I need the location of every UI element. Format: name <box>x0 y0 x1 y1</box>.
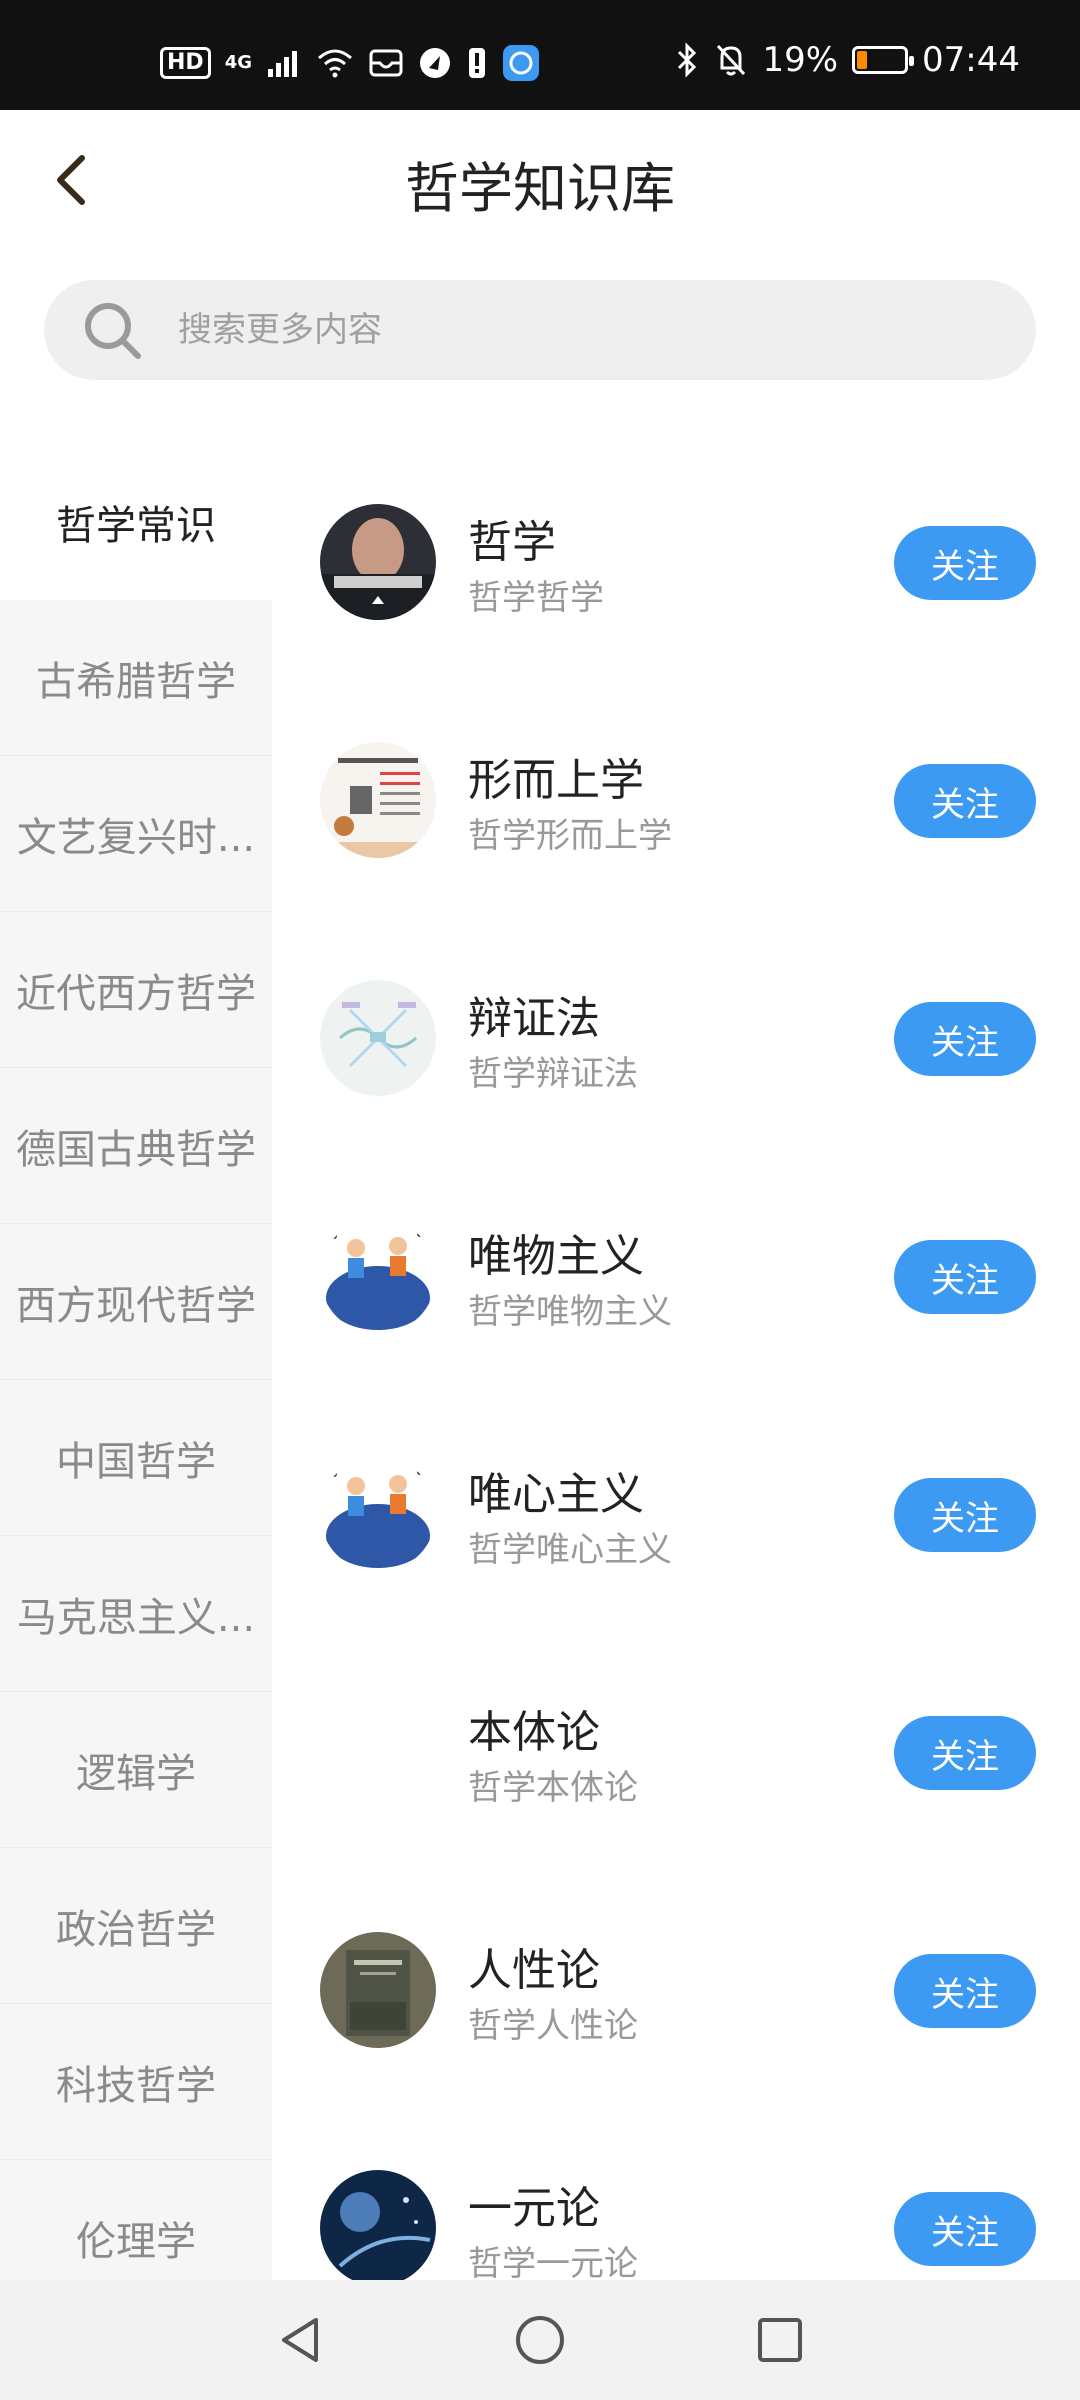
topic-subtitle: 哲学辩证法 <box>468 1054 638 1094</box>
topic-subtitle: 哲学人性论 <box>468 2006 638 2046</box>
list-item[interactable]: 哲学 哲学哲学 关注 <box>272 444 1080 682</box>
topic-avatar <box>320 2170 436 2280</box>
square-recents-icon <box>758 2318 802 2362</box>
topic-title: 形而上学 <box>468 755 644 806</box>
status-bar: HD 4G 19% 07:44 <box>0 0 1080 110</box>
sidebar-item-western-contemporary[interactable]: 西方现代哲学 <box>0 1224 272 1380</box>
search-bar[interactable] <box>44 280 1036 380</box>
sidebar-item-ethics[interactable]: 伦理学 <box>0 2160 272 2280</box>
sidebar-item-label: 德国古典哲学 <box>16 1126 256 1173</box>
topic-title: 本体论 <box>468 1707 600 1758</box>
nav-back-button[interactable] <box>270 2310 330 2370</box>
wifi-icon <box>316 48 354 78</box>
sidebar-item-label: 中国哲学 <box>56 1438 216 1485</box>
battery-percent: 19% <box>762 40 839 80</box>
follow-button[interactable]: 关注 <box>894 1716 1036 1790</box>
clock: 07:44 <box>922 40 1020 80</box>
sidebar-item-logic[interactable]: 逻辑学 <box>0 1692 272 1848</box>
search-icon <box>85 303 141 359</box>
list-item[interactable]: 形而上学 哲学形而上学 关注 <box>272 682 1080 920</box>
topic-title: 唯心主义 <box>468 1469 644 1520</box>
sidebar-item-label: 西方现代哲学 <box>16 1282 256 1329</box>
sidebar-item-chinese[interactable]: 中国哲学 <box>0 1380 272 1536</box>
topic-subtitle: 哲学唯心主义 <box>468 1530 672 1570</box>
sidebar-item-label: 政治哲学 <box>56 1906 216 1953</box>
list-item[interactable]: 唯物主义 哲学唯物主义 关注 <box>272 1158 1080 1396</box>
battery-fill <box>857 51 867 69</box>
category-sidebar: 哲学常识 古希腊哲学 文艺复兴时... 近代西方哲学 德国古典哲学 西方现代哲学… <box>0 444 272 2280</box>
status-left: HD 4G <box>160 44 540 82</box>
app-header: 哲学知识库 <box>0 110 1080 250</box>
sidebar-item-renaissance[interactable]: 文艺复兴时... <box>0 756 272 912</box>
topic-title: 哲学 <box>468 517 556 568</box>
sidebar-item-label: 哲学常识 <box>56 503 216 549</box>
list-item[interactable]: 唯心主义 哲学唯心主义 关注 <box>272 1396 1080 1634</box>
sidebar-item-label: 伦理学 <box>76 2218 196 2265</box>
follow-button[interactable]: 关注 <box>894 2192 1036 2266</box>
network-type: 4G <box>224 52 252 73</box>
sidebar-item-german-classical[interactable]: 德国古典哲学 <box>0 1068 272 1224</box>
bluetooth-icon <box>674 42 700 78</box>
list-item[interactable]: 一元论 哲学一元论 关注 <box>272 2110 1080 2280</box>
follow-button[interactable]: 关注 <box>894 1002 1036 1076</box>
topic-avatar <box>320 1218 436 1334</box>
topic-subtitle: 哲学本体论 <box>468 1768 638 1808</box>
search-input[interactable] <box>178 280 998 380</box>
follow-button[interactable]: 关注 <box>894 1954 1036 2028</box>
topic-list: 哲学 哲学哲学 关注 形而上学 哲学形而上学 关注 辩证法 哲学辩证法 关注 唯… <box>272 444 1080 2280</box>
mute-bell-icon <box>714 42 748 78</box>
topic-avatar <box>320 504 436 620</box>
sidebar-item-ancient-greek[interactable]: 古希腊哲学 <box>0 600 272 756</box>
nav-recents-button[interactable] <box>750 2310 810 2370</box>
follow-button[interactable]: 关注 <box>894 1478 1036 1552</box>
follow-button[interactable]: 关注 <box>894 526 1036 600</box>
sidebar-item-label: 文艺复兴时... <box>16 814 256 861</box>
topic-subtitle: 哲学唯物主义 <box>468 1292 672 1332</box>
topic-avatar <box>320 1694 436 1810</box>
topic-title: 辩证法 <box>468 993 600 1044</box>
list-item[interactable]: 辩证法 哲学辩证法 关注 <box>272 920 1080 1158</box>
nav-home-button[interactable] <box>510 2310 570 2370</box>
sidebar-item-science-tech[interactable]: 科技哲学 <box>0 2004 272 2160</box>
triangle-back-icon <box>282 2318 318 2362</box>
sidebar-item-marxism[interactable]: 马克思主义... <box>0 1536 272 1692</box>
topic-subtitle: 哲学形而上学 <box>468 816 672 856</box>
signal-icon <box>266 49 302 77</box>
sidebar-item-label: 古希腊哲学 <box>36 658 236 705</box>
app-badge-icon <box>502 44 540 82</box>
sidebar-item-political[interactable]: 政治哲学 <box>0 1848 272 2004</box>
status-right: 19% 07:44 <box>674 40 1020 80</box>
topic-avatar <box>320 1456 436 1572</box>
sidebar-item-label: 近代西方哲学 <box>16 970 256 1017</box>
topic-avatar <box>320 1932 436 2048</box>
app-notification-icon <box>418 46 452 80</box>
topic-subtitle: 哲学哲学 <box>468 578 604 618</box>
sidebar-item-label: 马克思主义... <box>16 1594 256 1641</box>
battery-icon <box>852 46 915 74</box>
list-item[interactable]: 本体论 哲学本体论 关注 <box>272 1634 1080 1872</box>
sidebar-item-philosophy-basics[interactable]: 哲学常识 <box>0 444 272 600</box>
follow-button[interactable]: 关注 <box>894 764 1036 838</box>
list-item[interactable]: 人性论 哲学人性论 关注 <box>272 1872 1080 2110</box>
page-title: 哲学知识库 <box>405 157 675 220</box>
topic-title: 人性论 <box>468 1945 600 1996</box>
topic-title: 唯物主义 <box>468 1231 644 1282</box>
hd-icon: HD <box>160 47 211 79</box>
sidebar-item-modern-western[interactable]: 近代西方哲学 <box>0 912 272 1068</box>
follow-button[interactable]: 关注 <box>894 1240 1036 1314</box>
topic-avatar <box>320 980 436 1096</box>
inbox-icon <box>368 47 404 79</box>
screen: HD 4G 19% 07:44 哲学知识库 搜索更多内容 哲学常识 古希腊哲学 … <box>0 0 1080 2400</box>
sidebar-item-label: 科技哲学 <box>56 2062 216 2109</box>
alert-icon <box>466 46 488 80</box>
topic-title: 一元论 <box>468 2183 600 2234</box>
circle-home-icon <box>516 2316 564 2364</box>
topic-subtitle: 哲学一元论 <box>468 2244 638 2280</box>
system-nav-bar <box>0 2280 1080 2400</box>
sidebar-item-label: 逻辑学 <box>76 1750 196 1797</box>
topic-avatar <box>320 742 436 858</box>
